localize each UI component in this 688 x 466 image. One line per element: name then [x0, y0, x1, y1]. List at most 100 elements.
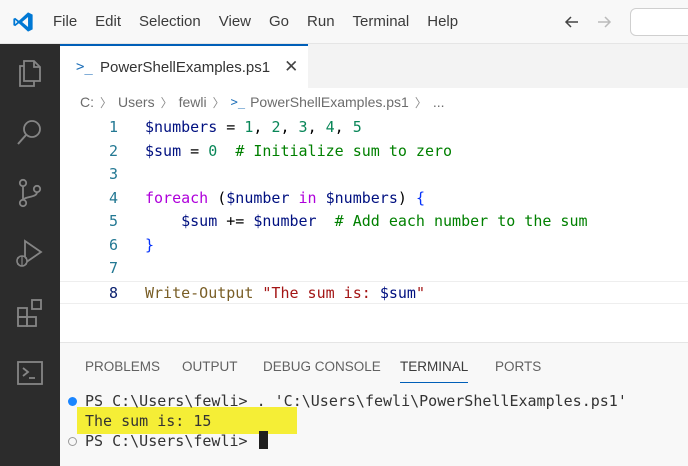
line-number: 6 [108, 235, 118, 254]
code-token: ( [208, 188, 227, 207]
menu-edit[interactable]: Edit [86, 0, 130, 44]
terminal-prompt-line: PS C:\Users\fewli> [85, 430, 268, 452]
tab-terminal[interactable]: TERMINAL [400, 343, 469, 383]
code-token: 0 [208, 141, 218, 160]
code-token: , [280, 118, 299, 136]
menu-help[interactable]: Help [418, 0, 467, 44]
menu-terminal[interactable]: Terminal [344, 0, 419, 44]
forward-arrow-icon[interactable] [593, 11, 615, 33]
powershell-file-icon: >_ [230, 95, 246, 109]
terminal-output-line: The sum is: 15 [85, 412, 212, 430]
command-pending-icon[interactable] [68, 437, 77, 446]
code-token: += [217, 212, 254, 230]
code-token: $numbers [145, 118, 218, 136]
activity-bar [0, 44, 60, 466]
code-token: ) [397, 188, 416, 207]
code-token: Write-Output [145, 283, 254, 302]
chevron-right-icon: 〉 [414, 95, 427, 110]
code-line[interactable]: 8 Write-Output "The sum is: $sum" [60, 280, 688, 306]
code-token: , [334, 118, 353, 136]
code-token: 5 [352, 118, 362, 136]
breadcrumb: C: 〉 Users 〉 fewli 〉 >_ PowerShellExampl… [60, 88, 688, 116]
menu-selection[interactable]: Selection [130, 0, 210, 44]
powershell-icon[interactable] [13, 356, 47, 390]
search-icon[interactable] [13, 116, 47, 150]
code-token: " [415, 283, 425, 302]
breadcrumb-users[interactable]: Users [118, 94, 155, 110]
code-token: = [181, 141, 209, 160]
code-token: "The sum is: [262, 283, 380, 302]
title-bar: File Edit Selection View Go Run Terminal… [0, 0, 688, 44]
breadcrumb-more[interactable]: ... [433, 94, 445, 110]
code-text: $sum += $number # Add each number to the… [145, 210, 588, 234]
code-text: foreach ($number in $numbers) { [145, 187, 425, 211]
line-number: 2 [108, 141, 118, 160]
menu-view[interactable]: View [210, 0, 260, 44]
menu-file[interactable]: File [44, 0, 86, 44]
bottom-panel: PROBLEMS OUTPUT DEBUG CONSOLE TERMINAL P… [60, 342, 688, 466]
code-token: in [298, 188, 317, 207]
code-token: { [415, 188, 425, 207]
run-debug-icon[interactable] [13, 236, 47, 270]
back-arrow-icon[interactable] [561, 11, 583, 33]
breadcrumb-file[interactable]: PowerShellExamples.ps1 [250, 94, 409, 110]
source-control-icon[interactable] [13, 176, 47, 210]
code-token: $numbers [325, 188, 398, 207]
code-line[interactable]: 2 $sum = 0 # Initialize sum to zero [60, 140, 688, 164]
tab-problems[interactable]: PROBLEMS [85, 343, 160, 383]
code-editor[interactable]: 1 $numbers = 1, 2, 3, 4, 5 2 $sum = 0 # Ini… [60, 116, 688, 342]
breadcrumb-fewli[interactable]: fewli [179, 94, 207, 110]
line-number: 3 [108, 165, 118, 183]
code-text: } [145, 234, 154, 258]
code-token: $number [253, 212, 317, 230]
terminal[interactable]: PS C:\Users\fewli> . 'C:\Users\fewli\Pow… [60, 383, 688, 466]
chevron-right-icon: 〉 [212, 95, 225, 110]
code-token: , [307, 118, 326, 136]
code-line[interactable]: 4 foreach ($number in $numbers) { [60, 187, 688, 211]
code-token: $sum [181, 212, 218, 230]
menu-bar: File Edit Selection View Go Run Terminal… [44, 0, 467, 44]
menu-run[interactable]: Run [298, 0, 344, 44]
command-success-icon[interactable] [68, 397, 77, 406]
terminal-cursor [258, 431, 268, 449]
code-token: 3 [298, 118, 308, 136]
explorer-icon[interactable] [13, 56, 47, 90]
line-number: 4 [108, 188, 118, 207]
code-line[interactable]: 1 $numbers = 1, 2, 3, 4, 5 [60, 116, 688, 140]
code-token: } [145, 235, 155, 254]
terminal-prompt: PS C:\Users\fewli> [85, 432, 257, 450]
vscode-logo-icon[interactable] [12, 11, 34, 33]
code-token: = [217, 118, 245, 136]
extensions-icon[interactable] [13, 296, 47, 330]
tab-debug-console[interactable]: DEBUG CONSOLE [263, 343, 381, 383]
code-text: $numbers = 1, 2, 3, 4, 5 [145, 116, 362, 140]
tab-powershell-examples[interactable]: >_ PowerShellExamples.ps1 ✕ [60, 44, 308, 88]
code-token: $number [226, 188, 290, 207]
close-icon[interactable]: ✕ [284, 57, 298, 77]
chevron-right-icon: 〉 [100, 95, 113, 110]
tab-ports[interactable]: PORTS [495, 343, 541, 383]
chevron-right-icon: 〉 [160, 95, 173, 110]
code-token: 4 [325, 118, 335, 136]
line-number: 7 [108, 259, 118, 277]
code-token: # Initialize sum to zero [235, 141, 453, 160]
code-line[interactable]: 7 [60, 257, 688, 281]
powershell-file-icon: >_ [76, 59, 93, 75]
code-line[interactable]: 3 [60, 163, 688, 187]
code-token: , [253, 118, 272, 136]
menu-go[interactable]: Go [260, 0, 298, 44]
line-number: 5 [108, 212, 118, 230]
code-token: $sum [379, 283, 416, 302]
editor-tab-bar: >_ PowerShellExamples.ps1 ✕ [60, 44, 688, 88]
code-line[interactable]: 5 $sum += $number # Add each number to t… [60, 210, 688, 234]
code-text: Write-Output "The sum is: $sum" [145, 282, 425, 306]
command-center-search[interactable] [630, 8, 688, 36]
line-number: 8 [108, 283, 118, 302]
tab-output[interactable]: OUTPUT [182, 343, 238, 383]
code-line[interactable]: 6} [60, 234, 688, 258]
code-token: # Add each number to the sum [334, 212, 588, 230]
breadcrumb-drive[interactable]: C: [80, 94, 94, 110]
